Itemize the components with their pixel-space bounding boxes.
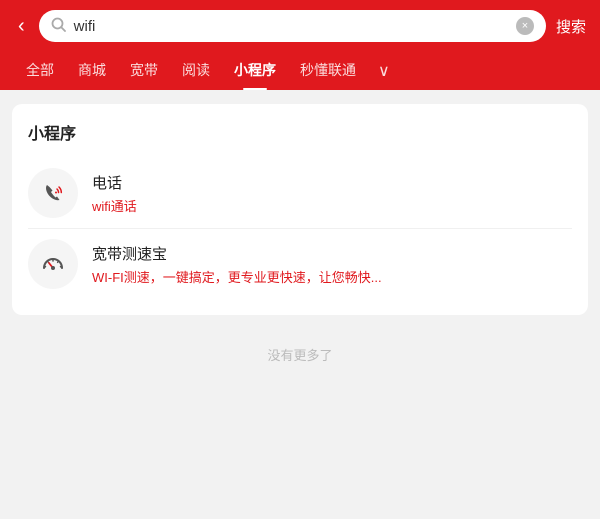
- tab-reading[interactable]: 阅读: [170, 52, 222, 90]
- speedtest-icon: [28, 239, 78, 289]
- tab-broadband[interactable]: 宽带: [118, 52, 170, 90]
- speedtest-item-subtitle: WI-FI测速，一键搞定，更专业更快速，让您畅快...: [92, 267, 572, 286]
- search-icon: [51, 17, 66, 35]
- tab-understand[interactable]: 秒懂联通: [288, 52, 368, 90]
- content: 小程序 电话 wifi通话: [0, 90, 600, 386]
- phone-item-text: 电话 wifi通话: [92, 172, 572, 215]
- section-card: 小程序 电话 wifi通话: [12, 104, 588, 315]
- nav-more-button[interactable]: ∨: [368, 53, 400, 89]
- phone-item-subtitle: wifi通话: [92, 196, 572, 215]
- tab-all[interactable]: 全部: [14, 52, 66, 90]
- list-item-phone[interactable]: 电话 wifi通话: [28, 158, 572, 229]
- list-item-speedtest[interactable]: 宽带测速宝 WI-FI测速，一键搞定，更专业更快速，让您畅快...: [28, 229, 572, 299]
- phone-item-title: 电话: [92, 172, 572, 193]
- section-title: 小程序: [28, 120, 572, 144]
- clear-button[interactable]: ×: [516, 17, 534, 35]
- search-input[interactable]: wifi: [74, 18, 508, 35]
- back-button[interactable]: ‹: [14, 12, 29, 40]
- search-button[interactable]: 搜索: [556, 16, 586, 37]
- speedtest-item-text: 宽带测速宝 WI-FI测速，一键搞定，更专业更快速，让您畅快...: [92, 243, 572, 286]
- no-more-text: 没有更多了: [12, 327, 588, 372]
- search-bar: wifi ×: [39, 10, 546, 42]
- tab-mini[interactable]: 小程序: [222, 52, 288, 90]
- nav-tabs: 全部 商城 宽带 阅读 小程序 秒懂联通 ∨: [14, 52, 586, 90]
- search-row: ‹ wifi × 搜索: [14, 10, 586, 52]
- header: ‹ wifi × 搜索 全部 商城 宽带 阅读 小程序 秒懂联通 ∨: [0, 0, 600, 90]
- speedtest-item-title: 宽带测速宝: [92, 243, 572, 264]
- phone-icon: [28, 168, 78, 218]
- tab-mall[interactable]: 商城: [66, 52, 118, 90]
